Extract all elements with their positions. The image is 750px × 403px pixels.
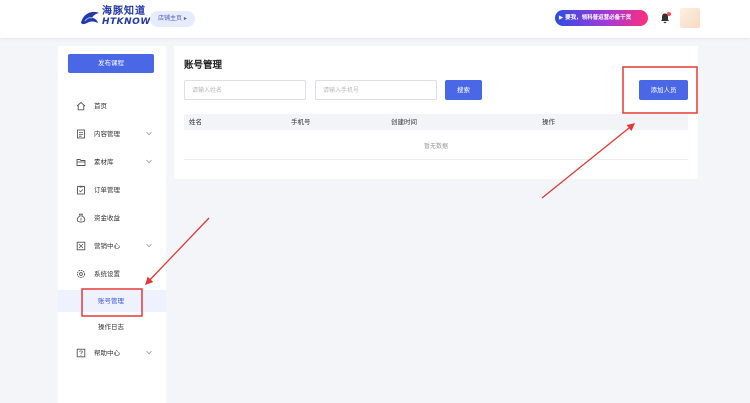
table-header: 姓名 手机号 创建时间 操作 [184,114,688,130]
sidebar-item-home[interactable]: 首页 [58,96,166,116]
chevron-down-icon [146,159,152,164]
sidebar-subitem-operation-log[interactable]: 操作日志 [58,316,166,338]
sidebar-item-label: 内容管理 [94,130,120,138]
brand-logo[interactable]: 海豚知道 HTKNOW [102,7,151,27]
sidebar-item-label: 帮助中心 [94,349,120,357]
notification-dot [667,12,671,16]
sidebar-subitem-account-management[interactable]: 账号管理 [58,290,166,312]
avatar[interactable] [680,8,700,28]
column-header-phone: 手机号 [291,118,311,126]
sidebar-item-label: 订单管理 [94,186,120,194]
dolphin-logo-icon[interactable] [79,9,101,29]
sidebar-item-help[interactable]: 帮助中心 [58,343,166,363]
sidebar-item-settings[interactable]: 系统设置 [58,264,166,284]
sidebar-item-content[interactable]: 内容管理 [58,124,166,144]
store-home-button[interactable]: 店铺主页 ▸ [150,11,195,27]
add-member-button[interactable]: 添加人员 [639,80,688,100]
clipboard-icon [77,185,85,195]
home-icon [76,101,86,111]
column-header-name: 姓名 [189,118,202,126]
account-management-panel: 账号管理 搜索 添加人员 姓名 手机号 创建时间 操作 暂无数据 [174,46,698,179]
sidebar-item-label: 资金收益 [94,214,120,222]
search-button[interactable]: 搜索 [445,80,482,100]
money-bag-icon [76,213,86,223]
sidebar-item-marketing[interactable]: 营销中心 [58,236,166,256]
chevron-down-icon [146,131,152,136]
empty-state-text: 暂无数据 [184,134,688,160]
sidebar-item-funds[interactable]: 资金收益 [58,208,166,228]
marketing-icon [76,241,86,251]
page-title: 账号管理 [184,60,223,71]
column-header-actions: 操作 [542,118,555,126]
folder-icon [76,159,86,166]
phone-search-input[interactable] [315,80,437,100]
sidebar-item-label: 素材库 [94,158,114,166]
column-header-created: 创建时间 [391,118,417,126]
sidebar-item-materials[interactable]: 素材库 [58,152,166,172]
brand-name-en: HTKNOW [102,17,151,27]
publish-course-button[interactable]: 发布课程 [68,54,154,73]
sidebar-item-label: 营销中心 [94,242,120,250]
brand-name-cn: 海豚知道 [102,6,146,17]
chevron-down-icon [146,350,152,355]
sidebar: 发布课程 首页 内容管理 素材库 订单管理 资金收益 营销中心 系统设置 账号管… [58,46,166,403]
document-icon [77,129,85,139]
top-header: 海豚知道 HTKNOW 店铺主页 ▸ ▶ 要我，领科普运营必备干货 [0,0,750,38]
sidebar-item-label: 首页 [94,102,107,110]
promo-banner[interactable]: ▶ 要我，领科普运营必备干货 [555,10,648,26]
help-icon [76,348,86,358]
sidebar-item-orders[interactable]: 订单管理 [58,180,166,200]
gear-icon [76,269,86,279]
sidebar-item-label: 系统设置 [94,270,120,278]
chevron-down-icon [146,243,152,248]
name-search-input[interactable] [184,80,306,100]
